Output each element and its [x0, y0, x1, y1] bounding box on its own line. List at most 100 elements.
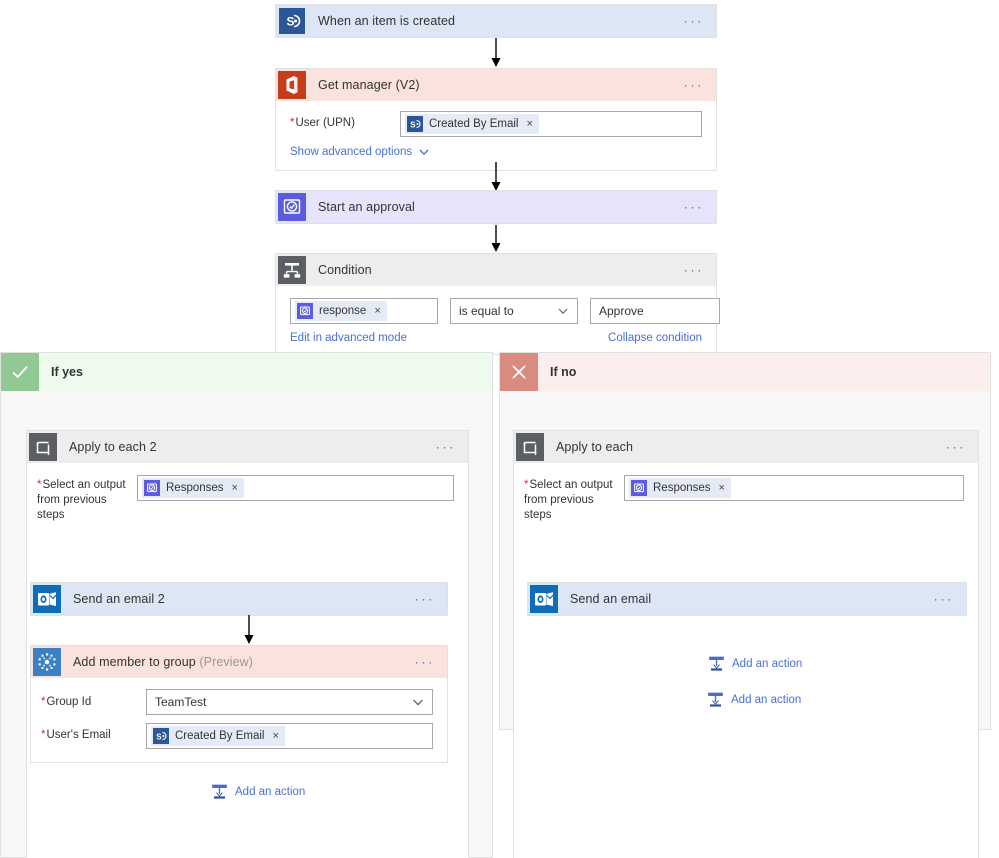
token-remove-button[interactable]: ×	[719, 482, 725, 494]
collapse-condition-link[interactable]: Collapse condition	[608, 332, 702, 344]
svg-text:S: S	[287, 15, 295, 29]
card-menu-button[interactable]: ···	[684, 201, 705, 214]
approvals-icon	[276, 191, 308, 223]
connector-arrow	[489, 162, 503, 192]
card-menu-button[interactable]: ···	[946, 441, 967, 454]
token-chip[interactable]: response ×	[295, 301, 387, 321]
field-group-id: *Group Id TeamTest	[41, 689, 433, 715]
token-label: Created By Email	[429, 118, 519, 130]
add-action-button-inner-yes[interactable]: Add an action	[211, 783, 305, 800]
card-header-apply-to-each[interactable]: Apply to each ···	[514, 431, 978, 463]
card-header[interactable]: S When an item is created ···	[276, 5, 716, 37]
svg-text:S: S	[156, 733, 162, 742]
group-id-select[interactable]: TeamTest	[146, 689, 433, 715]
chevron-down-icon	[413, 699, 423, 706]
add-action-icon	[212, 784, 227, 799]
add-action-button-outer-no[interactable]: Add an action	[707, 691, 801, 708]
select-an-output-input[interactable]: Responses ×	[624, 475, 964, 501]
required-marker: *	[41, 729, 46, 741]
add-action-button-inner-no[interactable]: Add an action	[708, 655, 802, 672]
card-header[interactable]: Send an email 2 ···	[31, 583, 447, 615]
condition-right-operand-input[interactable]: Approve	[590, 298, 720, 324]
sharepoint-icon: S	[153, 728, 169, 744]
svg-text:S: S	[410, 121, 416, 130]
card-title: Get manager (V2)	[318, 78, 420, 92]
apply-to-each-2-body: *Select an output from previous steps Re…	[27, 463, 468, 537]
token-chip[interactable]: Responses ×	[629, 478, 731, 498]
check-icon	[1, 353, 39, 391]
card-header[interactable]: Send an email ···	[528, 583, 966, 615]
card-header[interactable]: Add member to group (Preview) ···	[31, 646, 447, 678]
connector-arrow	[242, 615, 256, 645]
branch-if-no: If no Apply to each ··· *Select an outpu…	[499, 352, 991, 858]
outlook-icon	[31, 583, 63, 615]
card-send-an-email[interactable]: Send an email ···	[527, 582, 967, 616]
add-action-icon	[709, 656, 724, 671]
card-header-apply-to-each-2[interactable]: Apply to each 2 ···	[27, 431, 468, 463]
card-body: *Group Id TeamTest *User's Email S Creat…	[31, 678, 447, 762]
token-label: response	[319, 305, 367, 317]
apply-to-each-container: Apply to each ··· *Select an output from…	[513, 430, 979, 858]
token-remove-button[interactable]: ×	[272, 730, 278, 742]
card-menu-button[interactable]: ···	[684, 264, 705, 277]
card-title: Send an email	[570, 592, 652, 606]
field-user-upn: *User (UPN) S Created By Email ×	[290, 111, 702, 137]
field-label: *User's Email	[41, 729, 111, 741]
group-id-value: TeamTest	[155, 695, 207, 709]
add-action-label: Add an action	[732, 657, 803, 670]
condition-right-value: Approve	[599, 304, 644, 318]
user-upn-input[interactable]: S Created By Email ×	[400, 111, 702, 137]
card-get-manager[interactable]: Get manager (V2) ··· *User (UPN) S Creat…	[275, 68, 717, 171]
card-send-an-email-2[interactable]: Send an email 2 ···	[30, 582, 448, 616]
condition-row: response × is equal to Approve	[290, 298, 720, 324]
required-marker: *	[524, 479, 529, 491]
card-condition[interactable]: Condition ··· response × is equal to App…	[275, 253, 720, 355]
token-remove-button[interactable]: ×	[526, 118, 532, 130]
field-select-an-output: *Select an output from previous steps Re…	[524, 475, 964, 523]
token-remove-button[interactable]: ×	[374, 305, 380, 317]
card-title: Start an approval	[318, 200, 415, 214]
card-menu-button[interactable]: ···	[934, 593, 955, 606]
cross-icon	[500, 353, 538, 391]
card-menu-button[interactable]: ···	[684, 79, 705, 92]
token-label: Created By Email	[175, 730, 265, 742]
token-remove-button[interactable]: ×	[232, 482, 238, 494]
office365-users-icon	[276, 69, 308, 101]
token-chip[interactable]: S Created By Email ×	[151, 726, 285, 746]
branch-label: If no	[550, 365, 577, 379]
card-menu-button[interactable]: ···	[415, 593, 436, 606]
select-an-output-input[interactable]: Responses ×	[137, 475, 454, 501]
required-marker: *	[290, 117, 295, 129]
connector-arrow	[489, 38, 503, 68]
card-when-an-item-is-created[interactable]: S When an item is created ···	[275, 4, 717, 38]
field-users-email: *User's Email S Created By Email ×	[41, 723, 433, 749]
card-header[interactable]: Condition ···	[276, 254, 716, 286]
field-select-an-output: *Select an output from previous steps Re…	[37, 475, 454, 523]
card-menu-button[interactable]: ···	[684, 15, 705, 28]
branch-label: If yes	[51, 365, 83, 379]
card-title: Apply to each	[556, 440, 634, 454]
token-chip[interactable]: S Created By Email ×	[405, 114, 539, 134]
add-action-label: Add an action	[235, 785, 306, 798]
field-label: *Select an output from previous steps	[37, 479, 126, 521]
loop-icon	[27, 431, 59, 463]
card-add-member-to-group[interactable]: Add member to group (Preview) ··· *Group…	[30, 645, 448, 763]
card-header[interactable]: Get manager (V2) ···	[276, 69, 716, 101]
condition-operator-select[interactable]: is equal to	[450, 298, 578, 324]
edit-in-advanced-mode-link[interactable]: Edit in advanced mode	[290, 332, 407, 344]
card-title: Add member to group (Preview)	[73, 655, 253, 669]
token-chip[interactable]: Responses ×	[142, 478, 244, 498]
card-title: Condition	[318, 263, 372, 277]
card-menu-button[interactable]: ···	[436, 441, 457, 454]
approvals-icon	[297, 303, 313, 319]
users-email-input[interactable]: S Created By Email ×	[146, 723, 433, 749]
loop-icon	[514, 431, 546, 463]
card-header[interactable]: Start an approval ···	[276, 191, 716, 223]
add-action-label: Add an action	[731, 693, 802, 706]
show-advanced-options-link[interactable]: Show advanced options	[290, 146, 702, 158]
approvals-icon	[631, 480, 647, 496]
card-menu-button[interactable]: ···	[415, 656, 436, 669]
condition-left-operand-input[interactable]: response ×	[290, 298, 438, 324]
card-start-an-approval[interactable]: Start an approval ···	[275, 190, 717, 224]
card-title: Apply to each 2	[69, 440, 157, 454]
